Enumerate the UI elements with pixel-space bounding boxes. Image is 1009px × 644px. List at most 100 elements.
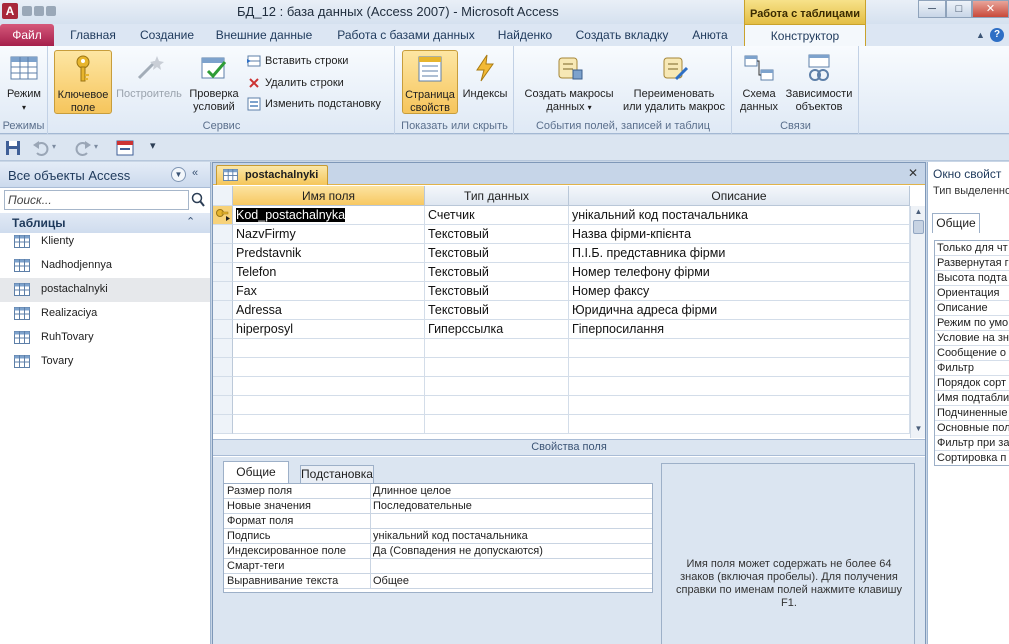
table-row-data-type[interactable]: Текстовый (425, 244, 569, 263)
customize-qat-icon[interactable]: ▾ (150, 139, 156, 152)
property-sheet-row[interactable]: Описание (935, 301, 1009, 316)
property-value[interactable]: унікальний код постачальника (370, 529, 650, 543)
row-selector[interactable] (213, 415, 233, 434)
property-sheet-row[interactable]: Основные пол (935, 421, 1009, 436)
tab-general[interactable]: Общие (223, 461, 289, 483)
row-selector[interactable] (213, 282, 233, 301)
table-row-field-name[interactable]: hiperposyl (233, 320, 425, 339)
property-row[interactable]: Размер поля Длинное целое (224, 484, 652, 499)
table-row-field-name[interactable]: Predstavnik (233, 244, 425, 263)
nav-group-collapse-icon[interactable]: ⌃ (186, 215, 195, 228)
property-row[interactable]: Смарт-теги (224, 559, 652, 574)
empty-cell[interactable] (233, 358, 425, 377)
empty-cell[interactable] (569, 396, 910, 415)
row-selector[interactable] (213, 244, 233, 263)
form-view-icon[interactable] (116, 139, 134, 157)
property-sheet-tab-general[interactable]: Общие (932, 213, 980, 233)
column-header-data-type[interactable]: Тип данных (425, 186, 569, 206)
empty-cell[interactable] (569, 339, 910, 358)
access-app-icon[interactable]: A (2, 3, 18, 19)
object-dependencies-button[interactable]: Зависимости объектов (783, 50, 855, 114)
nav-collapse-icon[interactable]: « (192, 167, 198, 179)
minimize-button[interactable]: ─ (918, 0, 946, 18)
table-row-data-type[interactable]: Текстовый (425, 263, 569, 282)
tab-designer[interactable]: Конструктор (744, 24, 866, 46)
tab-create[interactable]: Создание (132, 24, 202, 46)
modify-lookup-button[interactable]: Изменить подстановку (247, 94, 381, 114)
property-sheet-row[interactable]: Ориентация (935, 286, 1009, 301)
property-sheet-row[interactable]: Сообщение о (935, 346, 1009, 361)
nav-item-klienty[interactable]: Klienty (0, 230, 210, 254)
table-row-description[interactable]: Юридична адреса фірми (569, 301, 910, 320)
column-header-description[interactable]: Описание (569, 186, 910, 206)
relationships-button[interactable]: Схема данных (737, 50, 781, 114)
property-row[interactable]: Подпись унікальний код постачальника (224, 529, 652, 544)
property-sheet-row[interactable]: Подчиненные (935, 406, 1009, 421)
primary-key-button[interactable]: Ключевое поле (54, 50, 112, 114)
empty-cell[interactable] (425, 358, 569, 377)
document-tab-postachalnyki[interactable]: postachalnyki (216, 165, 328, 185)
tab-lookup[interactable]: Подстановка (300, 465, 374, 483)
nav-dropdown-icon[interactable]: ▼ (171, 167, 186, 182)
table-row-data-type[interactable]: Текстовый (425, 282, 569, 301)
nav-item-nadhodjennya[interactable]: Nadhodjennya (0, 254, 210, 278)
tab-anyuta[interactable]: Анюта (682, 24, 738, 46)
close-document-icon[interactable]: ✕ (908, 166, 918, 180)
undo-dropdown-icon[interactable]: ▾ (52, 142, 56, 151)
empty-cell[interactable] (233, 339, 425, 358)
empty-cell[interactable] (569, 377, 910, 396)
table-row-description[interactable]: Назва фірми-кпієнта (569, 225, 910, 244)
nav-item-realizaciya[interactable]: Realizaciya (0, 302, 210, 326)
empty-cell[interactable] (233, 415, 425, 434)
property-sheet-row[interactable]: Сортировка п (935, 451, 1009, 465)
empty-cell[interactable] (425, 377, 569, 396)
row-selector[interactable] (213, 320, 233, 339)
row-selector[interactable] (213, 396, 233, 415)
empty-cell[interactable] (425, 396, 569, 415)
property-sheet-row[interactable]: Фильтр при за (935, 436, 1009, 451)
insert-rows-button[interactable]: Вставить строки (247, 51, 348, 71)
empty-cell[interactable] (569, 358, 910, 377)
help-icon[interactable]: ? (990, 28, 1004, 42)
empty-cell[interactable] (425, 339, 569, 358)
table-row-data-type[interactable]: Текстовый (425, 301, 569, 320)
save-icon[interactable] (4, 139, 22, 157)
property-sheet-row[interactable]: Высота подта (935, 271, 1009, 286)
property-row[interactable]: Выравнивание текста Общее (224, 574, 652, 589)
search-icon[interactable] (190, 191, 206, 209)
row-selector[interactable] (213, 225, 233, 244)
row-selector[interactable] (213, 263, 233, 282)
property-sheet-button[interactable]: Страница свойств (402, 50, 458, 114)
empty-cell[interactable] (233, 377, 425, 396)
property-sheet-row[interactable]: Условие на зн (935, 331, 1009, 346)
collapse-ribbon-icon[interactable]: ▲ (976, 30, 985, 40)
undo-icon[interactable] (32, 139, 50, 157)
property-value[interactable]: Длинное целое (370, 484, 650, 498)
row-selector[interactable] (213, 358, 233, 377)
nav-title[interactable]: Все объекты Access (8, 168, 130, 183)
empty-cell[interactable] (569, 415, 910, 434)
table-row-field-name[interactable]: Fax (233, 282, 425, 301)
tab-database-tools[interactable]: Работа с базами данных (330, 24, 482, 46)
property-sheet-row[interactable]: Режим по умо (935, 316, 1009, 331)
table-row-field-name[interactable]: NazvFirmy (233, 225, 425, 244)
redo-dropdown-icon[interactable]: ▾ (94, 142, 98, 151)
property-sheet-row[interactable]: Фильтр (935, 361, 1009, 376)
indexes-button[interactable]: Индексы (460, 50, 510, 114)
tab-external-data[interactable]: Внешние данные (210, 24, 318, 46)
table-row-description[interactable]: Номер телефону фірми (569, 263, 910, 282)
validation-rules-button[interactable]: Проверка условий (185, 50, 243, 114)
row-selector[interactable] (213, 377, 233, 396)
table-row-description[interactable]: Номер факсу (569, 282, 910, 301)
table-row-data-type[interactable]: Гиперссылка (425, 320, 569, 339)
table-row-data-type[interactable]: Текстовый (425, 225, 569, 244)
maximize-button[interactable]: □ (946, 0, 972, 18)
builder-button[interactable]: Построитель (113, 50, 185, 114)
rename-delete-macro-button[interactable]: Переименовать или удалить макрос (619, 50, 729, 114)
tab-file[interactable]: Файл (0, 24, 54, 46)
row-selector-current[interactable] (213, 206, 233, 225)
table-row-description[interactable]: П.І.Б. представника фірми (569, 244, 910, 263)
table-row-description[interactable]: Гіперпосилання (569, 320, 910, 339)
property-sheet-row[interactable]: Развернутая г (935, 256, 1009, 271)
column-header-field-name[interactable]: Имя поля (233, 186, 425, 206)
